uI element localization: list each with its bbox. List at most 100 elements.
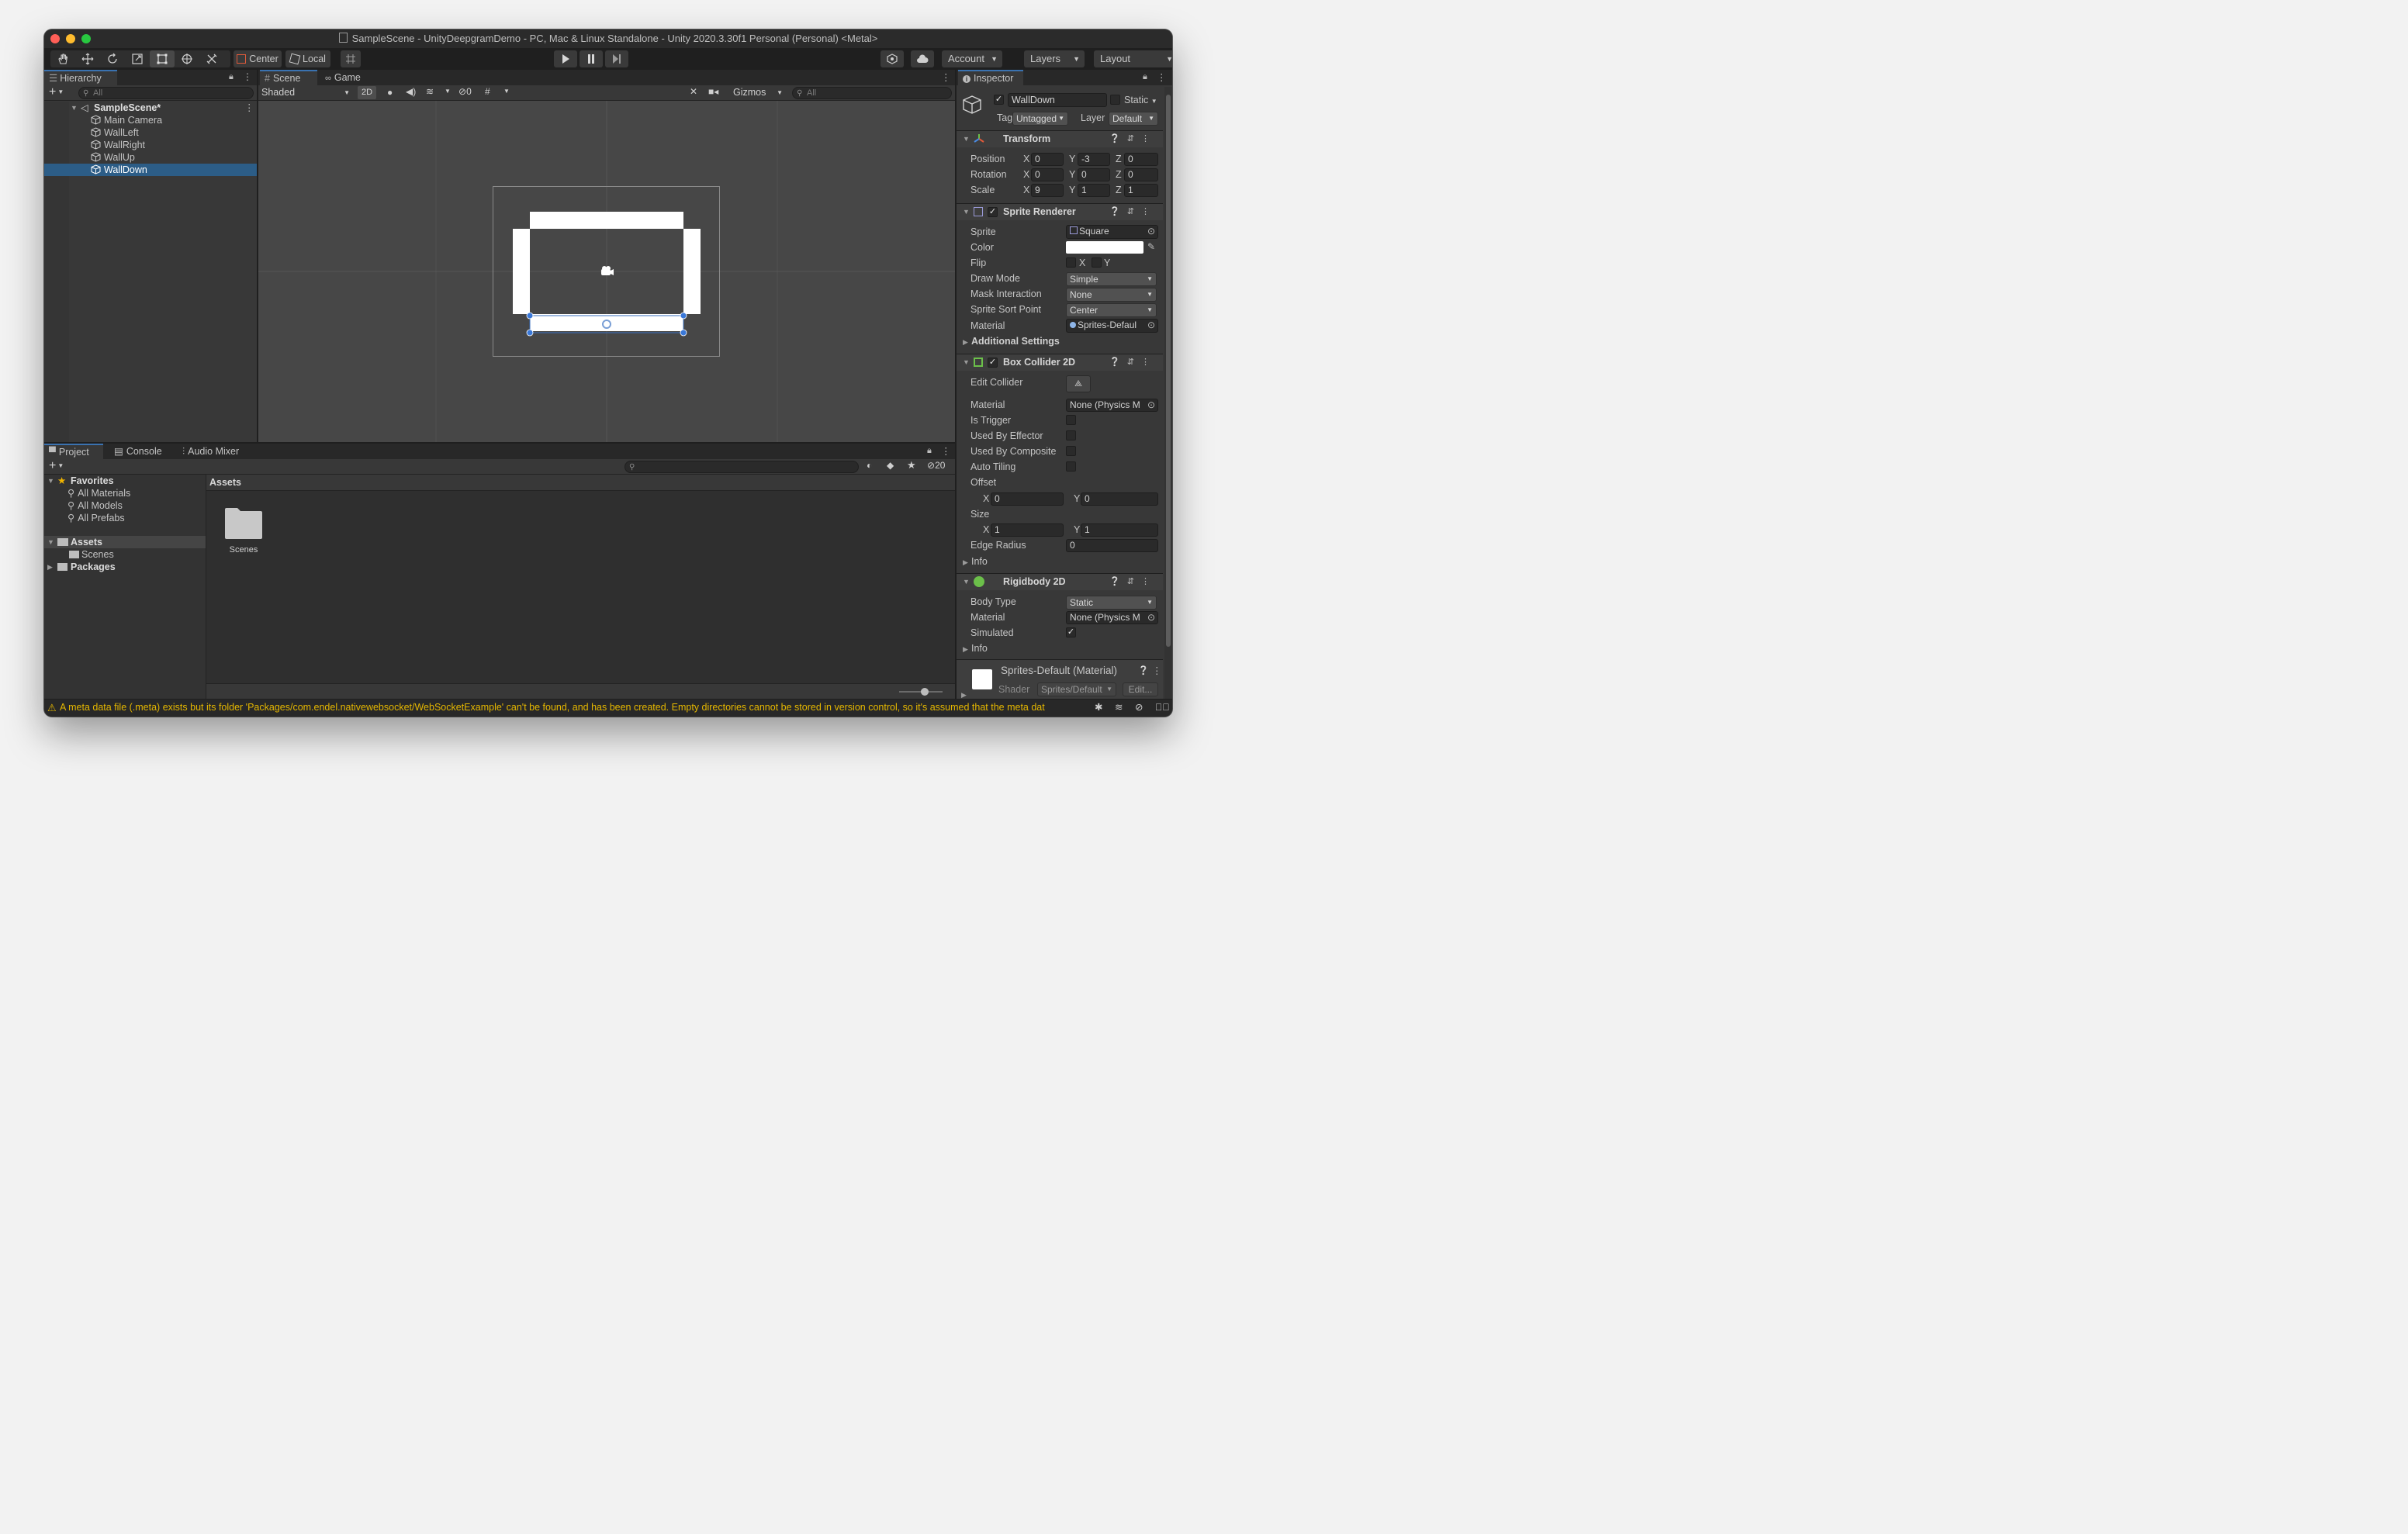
object-picker-icon[interactable]: ⊙ bbox=[1147, 226, 1155, 237]
scene-row[interactable]: ▼ ◁ SampleScene* ⋮ bbox=[44, 102, 257, 114]
more-menu-icon[interactable]: ⋮ bbox=[941, 71, 951, 83]
sprite-renderer-enabled-checkbox[interactable]: ✓ bbox=[988, 207, 998, 217]
edit-shader-button[interactable]: Edit... bbox=[1123, 682, 1158, 696]
maximize-window-button[interactable] bbox=[81, 34, 91, 43]
flip-x-checkbox[interactable] bbox=[1066, 257, 1076, 268]
custom-tools-button[interactable] bbox=[199, 50, 224, 67]
zoom-slider-handle[interactable] bbox=[921, 688, 929, 696]
tag-dropdown[interactable]: Untagged ▼ bbox=[1012, 112, 1068, 126]
component-header-icons[interactable]: ❔⇵⋮ bbox=[1109, 206, 1157, 216]
scale-z-field[interactable]: 1 bbox=[1124, 184, 1158, 197]
wall-up-sprite[interactable] bbox=[530, 212, 683, 229]
step-button[interactable] bbox=[605, 50, 628, 67]
mode-2d-toggle[interactable]: 2D bbox=[358, 86, 376, 99]
layout-dropdown[interactable]: Layout ▼ bbox=[1094, 50, 1172, 67]
play-button[interactable] bbox=[554, 50, 577, 67]
more-menu-icon[interactable]: ⋮ bbox=[1152, 665, 1162, 676]
flip-y-checkbox[interactable] bbox=[1092, 257, 1102, 268]
favorite-item[interactable]: ⚲ All Materials bbox=[67, 487, 130, 499]
rigidbody-material-field[interactable]: None (Physics M ⊙ bbox=[1066, 611, 1158, 624]
search-by-label-icon[interactable]: ◆ bbox=[887, 460, 894, 471]
object-active-checkbox[interactable]: ✓ bbox=[994, 95, 1004, 105]
rotation-x-field[interactable]: 0 bbox=[1031, 168, 1064, 181]
layer-dropdown[interactable]: Default ▼ bbox=[1109, 112, 1158, 126]
hierarchy-item[interactable]: WallRight bbox=[44, 139, 257, 151]
tab-console[interactable]: ▤ Console bbox=[109, 444, 173, 459]
hierarchy-item[interactable]: WallLeft bbox=[44, 126, 257, 139]
used-by-effector-checkbox[interactable] bbox=[1066, 430, 1076, 441]
edge-radius-field[interactable]: 0 bbox=[1066, 539, 1158, 552]
scale-y-field[interactable]: 1 bbox=[1078, 184, 1110, 197]
panel-divider[interactable] bbox=[955, 70, 957, 700]
tab-scene[interactable]: # Scene bbox=[260, 70, 317, 85]
panel-divider[interactable] bbox=[44, 442, 957, 444]
favorite-item[interactable]: ⚲ All Prefabs bbox=[67, 512, 125, 524]
scale-x-field[interactable]: 9 bbox=[1031, 184, 1064, 197]
draw-mode-dropdown[interactable]: Simple ▼ bbox=[1066, 272, 1157, 286]
scene-viewport[interactable] bbox=[258, 101, 955, 442]
sprite-renderer-header[interactable]: ▼ ✓ Sprite Renderer ❔⇵⋮ bbox=[957, 203, 1163, 220]
transform-header[interactable]: ▼ Transform ❔⇵⋮ bbox=[957, 130, 1163, 147]
size-x-field[interactable]: 1 bbox=[991, 523, 1064, 537]
edit-collider-button[interactable]: ⟁ bbox=[1066, 375, 1091, 392]
sprite-material-field[interactable]: Sprites-Defaul ⊙ bbox=[1066, 319, 1158, 333]
pause-button[interactable] bbox=[580, 50, 603, 67]
scale-tool-button[interactable] bbox=[125, 50, 150, 67]
mask-interaction-dropdown[interactable]: None ▼ bbox=[1066, 288, 1157, 302]
object-picker-icon[interactable]: ⊙ bbox=[1147, 320, 1155, 331]
cloud-icon[interactable] bbox=[911, 50, 934, 67]
static-dropdown[interactable]: Static ▼ bbox=[1124, 95, 1157, 105]
lock-icon[interactable]: 🔒︎ bbox=[229, 72, 234, 82]
additional-settings-foldout[interactable]: Additional Settings bbox=[971, 336, 1060, 347]
tab-game[interactable]: ∞ Game bbox=[320, 70, 375, 85]
scenes-folder-row[interactable]: Scenes bbox=[44, 548, 206, 561]
close-window-button[interactable] bbox=[50, 34, 60, 43]
pivot-center-toggle[interactable]: Center bbox=[234, 50, 282, 67]
component-header-icons[interactable]: ❔⇵⋮ bbox=[1109, 357, 1157, 367]
grid-snap-button[interactable] bbox=[341, 50, 361, 67]
zoom-slider[interactable] bbox=[899, 688, 943, 696]
is-trigger-checkbox[interactable] bbox=[1066, 415, 1076, 425]
hidden-packages-icon[interactable]: ⊘20 bbox=[927, 460, 945, 471]
static-checkbox[interactable] bbox=[1110, 95, 1120, 105]
hierarchy-item-selected[interactable]: WallDown bbox=[44, 164, 257, 176]
offset-x-field[interactable]: 0 bbox=[991, 492, 1064, 506]
eyedropper-icon[interactable]: ✎ bbox=[1147, 241, 1155, 252]
grid-toggle-icon[interactable]: # bbox=[485, 86, 490, 97]
minimize-window-button[interactable] bbox=[66, 34, 75, 43]
position-x-field[interactable]: 0 bbox=[1031, 153, 1064, 166]
rigidbody-info-foldout[interactable]: Info bbox=[971, 643, 988, 654]
size-y-field[interactable]: 1 bbox=[1081, 523, 1158, 537]
sprite-object-field[interactable]: Square ⊙ bbox=[1066, 225, 1158, 239]
status-bar[interactable]: ⚠ A meta data file (.meta) exists but it… bbox=[44, 699, 1172, 717]
component-header-icons[interactable]: ❔⇵⋮ bbox=[1109, 133, 1157, 143]
help-icon[interactable]: ❔ bbox=[1138, 665, 1149, 675]
create-asset-button[interactable]: + ▼ bbox=[49, 459, 64, 473]
check-circle-icon[interactable]: ✓⃝ bbox=[1155, 700, 1170, 716]
tab-audio-mixer[interactable]: ⫶ Audio Mixer bbox=[178, 444, 255, 459]
account-dropdown[interactable]: Account ▼ bbox=[942, 50, 1002, 67]
lock-icon[interactable]: 🔒︎ bbox=[1143, 72, 1147, 82]
hand-tool-button[interactable] bbox=[50, 50, 75, 67]
tools-icon[interactable]: ✕ bbox=[690, 86, 697, 97]
hierarchy-search-input[interactable]: ⚲ All bbox=[78, 87, 254, 99]
tab-project[interactable]: ▀ Project bbox=[44, 444, 103, 459]
box-collider-enabled-checkbox[interactable]: ✓ bbox=[988, 358, 998, 368]
wall-left-sprite[interactable] bbox=[513, 229, 530, 314]
hierarchy-item[interactable]: Main Camera bbox=[44, 114, 257, 126]
rect-tool-button[interactable] bbox=[150, 50, 175, 67]
layers-dropdown[interactable]: Layers ▼ bbox=[1024, 50, 1085, 67]
rotation-y-field[interactable]: 0 bbox=[1078, 168, 1110, 181]
body-type-dropdown[interactable]: Static ▼ bbox=[1066, 596, 1157, 610]
shader-dropdown[interactable]: Sprites/Default ▼ bbox=[1037, 682, 1116, 696]
lighting-toggle-icon[interactable]: ● bbox=[387, 87, 393, 98]
tab-hierarchy[interactable]: ☰ Hierarchy bbox=[44, 70, 117, 85]
used-by-composite-checkbox[interactable] bbox=[1066, 446, 1076, 456]
search-by-type-icon[interactable]: ◐ bbox=[867, 460, 872, 471]
asset-folder-item[interactable]: Scenes bbox=[222, 506, 265, 568]
rotation-z-field[interactable]: 0 bbox=[1124, 168, 1158, 181]
add-object-button[interactable]: + ▼ bbox=[49, 85, 64, 99]
box-collider-header[interactable]: ▼ ✓ Box Collider 2D ❔⇵⋮ bbox=[957, 354, 1163, 371]
project-search-input[interactable]: ⚲ bbox=[624, 461, 859, 473]
auto-tiling-checkbox[interactable] bbox=[1066, 461, 1076, 472]
